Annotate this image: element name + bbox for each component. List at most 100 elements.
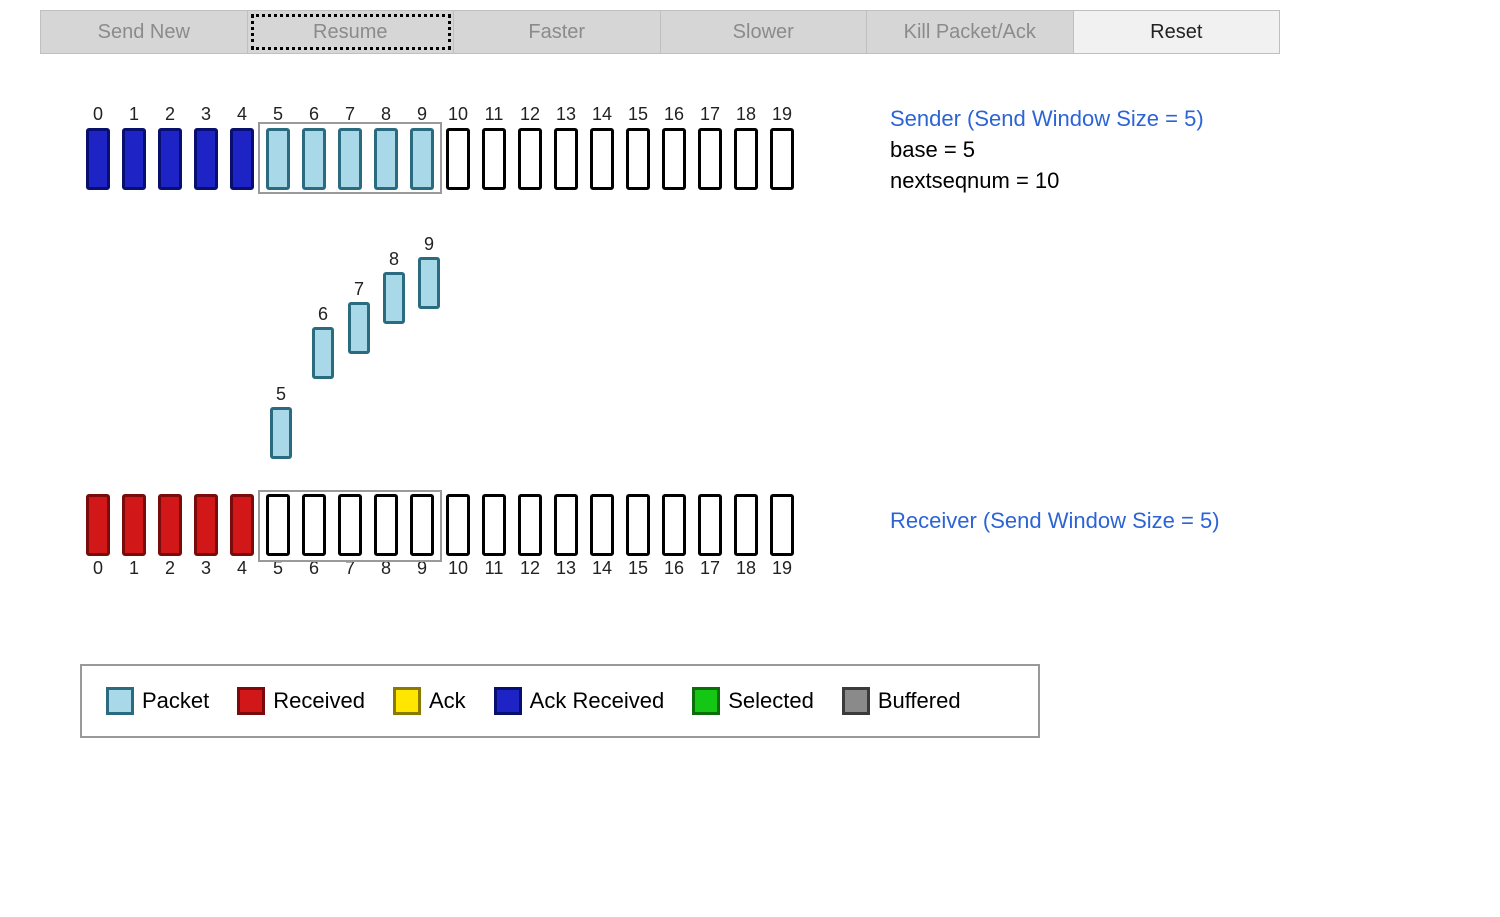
slot-empty[interactable]: [482, 494, 506, 556]
slot-empty[interactable]: [626, 494, 650, 556]
slot-col: 9: [404, 494, 440, 580]
slot-empty[interactable]: [338, 494, 362, 556]
slot-empty[interactable]: [770, 494, 794, 556]
slot-received[interactable]: [194, 494, 218, 556]
slot-number: 1: [129, 104, 139, 126]
slot-empty[interactable]: [554, 128, 578, 190]
slot-number: 18: [736, 104, 756, 126]
slot-empty[interactable]: [518, 128, 542, 190]
slot-received[interactable]: [158, 494, 182, 556]
in-flight-packet[interactable]: 8: [383, 249, 405, 324]
slot-number: 10: [448, 558, 468, 580]
slot-col: 0: [80, 494, 116, 580]
slot-number: 2: [165, 558, 175, 580]
slot-col: 13: [548, 494, 584, 580]
slot-empty[interactable]: [734, 128, 758, 190]
slot-number: 17: [700, 104, 720, 126]
slot-number: 6: [309, 104, 319, 126]
slot-packet[interactable]: [374, 128, 398, 190]
in-flight-packet[interactable]: 5: [270, 384, 292, 459]
slot-empty[interactable]: [770, 128, 794, 190]
packet-swatch: [106, 687, 134, 715]
slot-col: 18: [728, 494, 764, 580]
slot-number: 19: [772, 558, 792, 580]
slot-col: 14: [584, 494, 620, 580]
buffered-swatch: [842, 687, 870, 715]
in-flight-number: 7: [354, 279, 364, 300]
slot-ack_received[interactable]: [230, 128, 254, 190]
in-flight-box: [383, 272, 405, 324]
slot-received[interactable]: [122, 494, 146, 556]
slot-ack_received[interactable]: [158, 128, 182, 190]
slot-empty[interactable]: [590, 128, 614, 190]
selected-swatch: [692, 687, 720, 715]
legend-buffered: Buffered: [842, 687, 961, 715]
slower-button[interactable]: Slower: [661, 11, 868, 53]
control-toolbar: Send NewResumeFasterSlowerKill Packet/Ac…: [40, 10, 1280, 54]
slot-empty[interactable]: [482, 128, 506, 190]
slot-col: 11: [476, 494, 512, 580]
slot-received[interactable]: [86, 494, 110, 556]
slot-ack_received[interactable]: [122, 128, 146, 190]
slot-packet[interactable]: [410, 128, 434, 190]
slot-col: 17: [692, 494, 728, 580]
in-flight-box: [418, 257, 440, 309]
faster-button[interactable]: Faster: [454, 11, 661, 53]
in-flight-area: 56789: [80, 224, 1480, 484]
slot-empty[interactable]: [698, 128, 722, 190]
slot-empty[interactable]: [626, 128, 650, 190]
sender-slot-row: 012345678910111213141516171819: [80, 104, 1480, 190]
slot-col: 12: [512, 104, 548, 190]
slot-empty[interactable]: [590, 494, 614, 556]
resume-button[interactable]: Resume: [248, 11, 455, 53]
slot-col: 5: [260, 494, 296, 580]
slot-empty[interactable]: [302, 494, 326, 556]
in-flight-packet[interactable]: 7: [348, 279, 370, 354]
slot-ack_received[interactable]: [86, 128, 110, 190]
slot-empty[interactable]: [374, 494, 398, 556]
slot-packet[interactable]: [266, 128, 290, 190]
slot-number: 16: [664, 104, 684, 126]
slot-empty[interactable]: [410, 494, 434, 556]
slot-number: 4: [237, 104, 247, 126]
in-flight-packet[interactable]: 6: [312, 304, 334, 379]
sender-title: Sender (Send Window Size = 5): [890, 104, 1204, 135]
slot-col: 3: [188, 494, 224, 580]
slot-col: 9: [404, 104, 440, 190]
slot-number: 2: [165, 104, 175, 126]
slot-empty[interactable]: [518, 494, 542, 556]
slot-col: 14: [584, 104, 620, 190]
legend-label: Packet: [142, 688, 209, 714]
slot-packet[interactable]: [338, 128, 362, 190]
slot-number: 3: [201, 104, 211, 126]
slot-empty[interactable]: [266, 494, 290, 556]
slot-col: 10: [440, 104, 476, 190]
slot-empty[interactable]: [554, 494, 578, 556]
legend-label: Ack: [429, 688, 466, 714]
slot-empty[interactable]: [446, 494, 470, 556]
slot-empty[interactable]: [698, 494, 722, 556]
slot-empty[interactable]: [734, 494, 758, 556]
slot-number: 7: [345, 558, 355, 580]
send-new-button[interactable]: Send New: [41, 11, 248, 53]
in-flight-packet[interactable]: 9: [418, 234, 440, 309]
slot-ack_received[interactable]: [194, 128, 218, 190]
slot-col: 1: [116, 494, 152, 580]
slot-number: 15: [628, 558, 648, 580]
slot-empty[interactable]: [662, 128, 686, 190]
legend: Packet Received Ack Ack Received Selecte…: [80, 664, 1040, 738]
reset-button[interactable]: Reset: [1074, 11, 1280, 53]
slot-received[interactable]: [230, 494, 254, 556]
slot-number: 5: [273, 104, 283, 126]
kill-button[interactable]: Kill Packet/Ack: [867, 11, 1074, 53]
legend-packet: Packet: [106, 687, 209, 715]
slot-col: 16: [656, 104, 692, 190]
slot-col: 2: [152, 494, 188, 580]
in-flight-box: [270, 407, 292, 459]
slot-empty[interactable]: [662, 494, 686, 556]
slot-packet[interactable]: [302, 128, 326, 190]
legend-label: Received: [273, 688, 365, 714]
sender-base: base = 5: [890, 135, 1204, 166]
slot-col: 18: [728, 104, 764, 190]
slot-empty[interactable]: [446, 128, 470, 190]
